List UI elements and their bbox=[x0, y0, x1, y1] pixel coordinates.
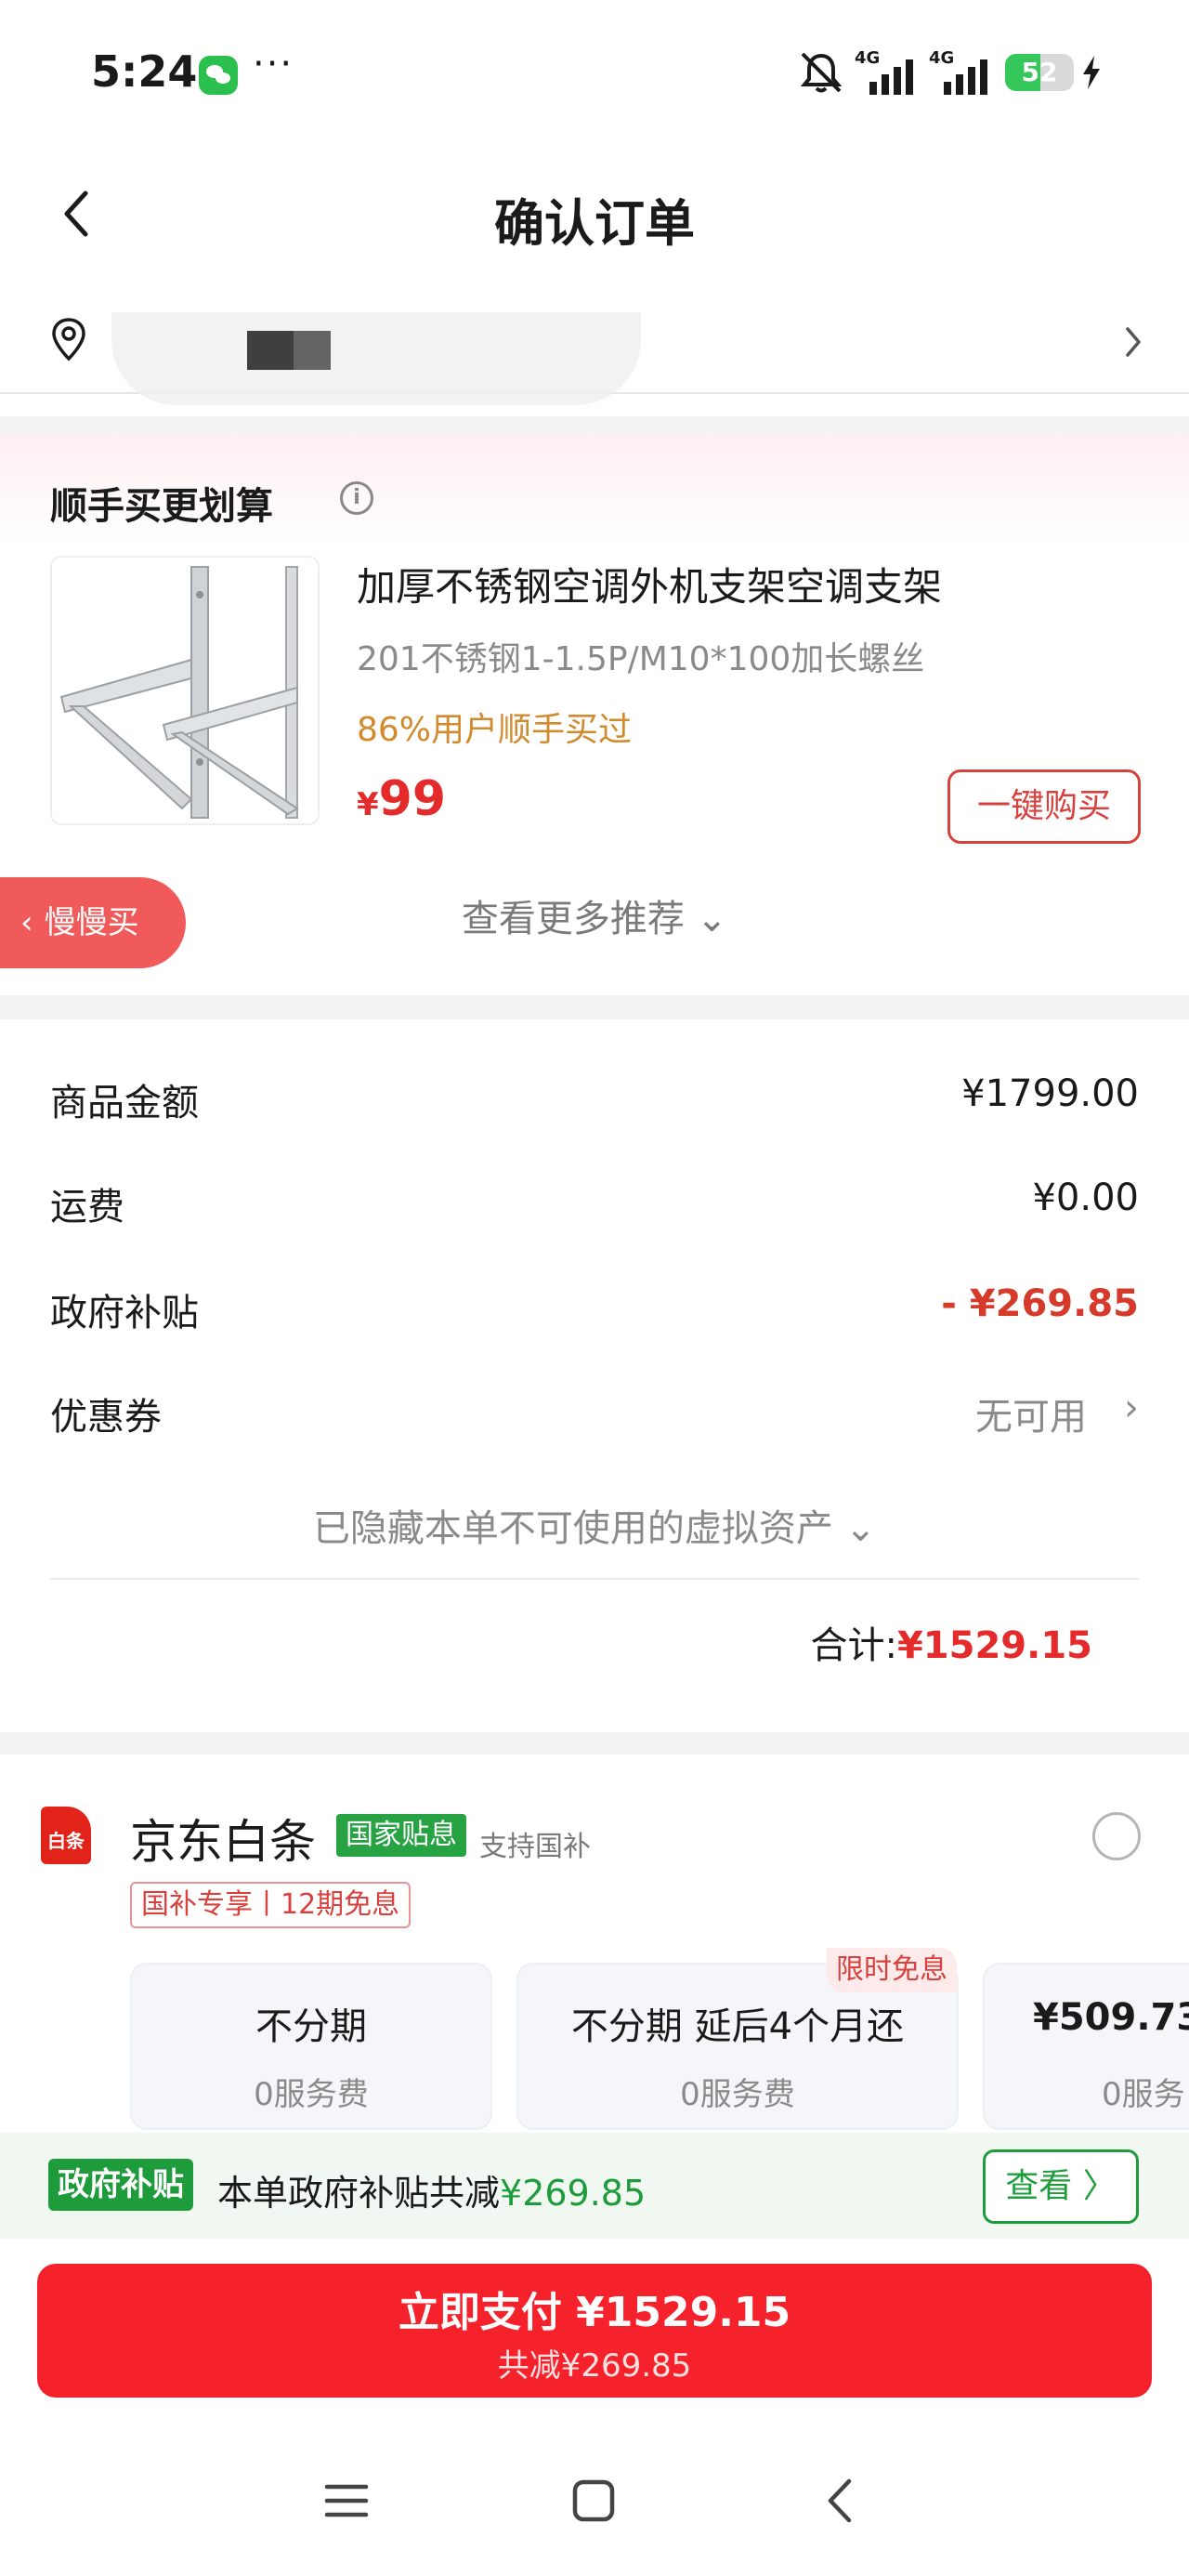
subsidy-summary-label: 本单政府补贴共减 bbox=[217, 2173, 501, 2214]
limited-free-tag: 限时免息 bbox=[827, 1948, 957, 1992]
plan-option-defer-4-months[interactable]: 限时免息 不分期 延后4个月还 0服务费 bbox=[516, 1948, 959, 2130]
section-divider bbox=[0, 1732, 1189, 1755]
plan-title: 不分期 bbox=[255, 2005, 367, 2048]
section-divider bbox=[0, 995, 1189, 1019]
plan-fee: 0服务费 bbox=[254, 2076, 369, 2113]
subsidy-amount: ¥269.85 bbox=[500, 2173, 647, 2214]
section-divider bbox=[0, 416, 1189, 433]
national-interest-badge: 国家贴息 bbox=[336, 1814, 466, 1857]
pay-now-label: 立即支付 ¥1529.15 bbox=[398, 2289, 791, 2336]
status-time: 5:24 bbox=[91, 46, 198, 97]
product-image[interactable] bbox=[50, 556, 320, 825]
gov-subsidy-label: 政府补贴 bbox=[50, 1292, 199, 1334]
status-bar: 5:24 ··· 4G 4G 52 bbox=[0, 0, 1189, 149]
total-value: ¥1529.15 bbox=[896, 1624, 1092, 1667]
total-row: 合计:¥1529.15 bbox=[810, 1615, 1092, 1669]
product-popularity-note: 86%用户顺手买过 bbox=[357, 711, 633, 749]
pay-discount-label: 共减¥269.85 bbox=[497, 2347, 692, 2385]
support-subsidy-text: 支持国补 bbox=[479, 1831, 591, 1863]
coupon-row[interactable]: 优惠券 无可用 › bbox=[50, 1387, 1139, 1442]
bracket-image bbox=[59, 566, 299, 819]
nav-home-icon[interactable] bbox=[570, 2477, 617, 2524]
one-click-buy-button[interactable]: 一键购买 bbox=[947, 769, 1141, 844]
battery-icon: 52 bbox=[1005, 54, 1074, 91]
nav-back-icon[interactable] bbox=[821, 2476, 858, 2526]
product-name[interactable]: 加厚不锈钢空调外机支架空调支架 bbox=[357, 556, 942, 612]
more-recommendations-label: 查看更多推荐 bbox=[461, 898, 685, 940]
gov-subsidy-row: 政府补贴 - ¥269.85 bbox=[50, 1282, 1139, 1338]
address-row[interactable] bbox=[0, 297, 1189, 405]
interest-free-promo-tag: 国补专享丨12期免息 bbox=[130, 1882, 412, 1928]
price-currency: ¥ bbox=[357, 786, 379, 823]
recommend-title: 顺手买更划算 bbox=[50, 485, 273, 528]
plan-title: ¥509.73 bbox=[1033, 1996, 1189, 2039]
plan-option-installment[interactable]: ¥509.73 0服务 bbox=[983, 1963, 1189, 2130]
coupon-label: 优惠券 bbox=[50, 1396, 162, 1439]
chevron-down-icon: ⌄ bbox=[684, 898, 728, 940]
page-title: 确认订单 bbox=[494, 194, 695, 253]
shipping-label: 运费 bbox=[50, 1186, 124, 1229]
plan-option-no-installment[interactable]: 不分期 0服务费 bbox=[130, 1963, 492, 2130]
goods-amount-label: 商品金额 bbox=[50, 1082, 199, 1124]
subsidy-bar: 政府补贴 本单政府补贴共减¥269.85 查看 〉 bbox=[0, 2133, 1189, 2239]
header: 确认订单 bbox=[0, 158, 1189, 269]
hidden-assets-label: 已隐藏本单不可使用的虚拟资产 bbox=[312, 1507, 833, 1550]
gov-subsidy-value: - ¥269.85 bbox=[941, 1282, 1139, 1325]
subsidy-summary: 本单政府补贴共减¥269.85 bbox=[217, 2164, 646, 2215]
baitiao-name[interactable]: 京东白条 bbox=[130, 1805, 316, 1872]
charging-bolt-icon bbox=[1083, 56, 1100, 89]
pay-now-button[interactable]: 立即支付 ¥1529.15 共减¥269.85 bbox=[37, 2264, 1152, 2398]
gov-subsidy-tag: 政府补贴 bbox=[48, 2159, 193, 2211]
goods-amount-value: ¥1799.00 bbox=[961, 1072, 1139, 1115]
plan-title: 不分期 延后4个月还 bbox=[570, 2005, 905, 2048]
plan-fee: 0服务 bbox=[1102, 2076, 1185, 2113]
recommend-section: 顺手买更划算 i 加厚不锈钢空调外机支架空调支架 201不锈钢1-1.5P/M1… bbox=[0, 433, 1189, 995]
chevron-down-icon: ⌄ bbox=[832, 1507, 877, 1550]
battery-level: 52 bbox=[1021, 57, 1058, 87]
slow-buy-label: 慢慢买 bbox=[44, 904, 139, 941]
shipping-value: ¥0.00 bbox=[1032, 1176, 1139, 1219]
signal-icon-2: 4G bbox=[929, 48, 994, 95]
hidden-assets-toggle[interactable]: 已隐藏本单不可使用的虚拟资产 ⌄ bbox=[0, 1498, 1189, 1552]
chevron-right-icon bbox=[1126, 327, 1141, 357]
view-subsidy-button[interactable]: 查看 〉 bbox=[983, 2149, 1139, 2224]
wechat-icon bbox=[199, 56, 238, 95]
chevron-right-icon: › bbox=[1124, 1387, 1139, 1429]
divider bbox=[50, 1578, 1139, 1580]
goods-amount-row: 商品金额 ¥1799.00 bbox=[50, 1072, 1139, 1128]
address-redacted bbox=[111, 312, 641, 405]
nav-menu-icon[interactable] bbox=[323, 2479, 370, 2522]
slow-buy-button[interactable]: ‹ 慢慢买 bbox=[0, 877, 186, 968]
baitiao-radio[interactable] bbox=[1092, 1812, 1141, 1860]
signal-icon-1: 4G bbox=[855, 48, 920, 95]
product-spec: 201不锈钢1-1.5P/M10*100加长螺丝 bbox=[357, 640, 925, 678]
baitiao-logo: 白条 bbox=[41, 1807, 91, 1864]
coupon-value: 无可用 bbox=[975, 1396, 1087, 1439]
price-value: 99 bbox=[378, 771, 447, 827]
product-price: ¥99 bbox=[357, 771, 446, 827]
chevron-left-icon: ‹ bbox=[20, 904, 33, 941]
mute-icon bbox=[800, 52, 843, 93]
info-icon[interactable]: i bbox=[340, 481, 373, 515]
total-label: 合计: bbox=[810, 1624, 897, 1667]
shipping-row: 运费 ¥0.00 bbox=[50, 1176, 1139, 1232]
location-pin-icon bbox=[52, 318, 85, 361]
more-dots-icon: ··· bbox=[253, 43, 294, 85]
plan-fee: 0服务费 bbox=[680, 2076, 795, 2113]
